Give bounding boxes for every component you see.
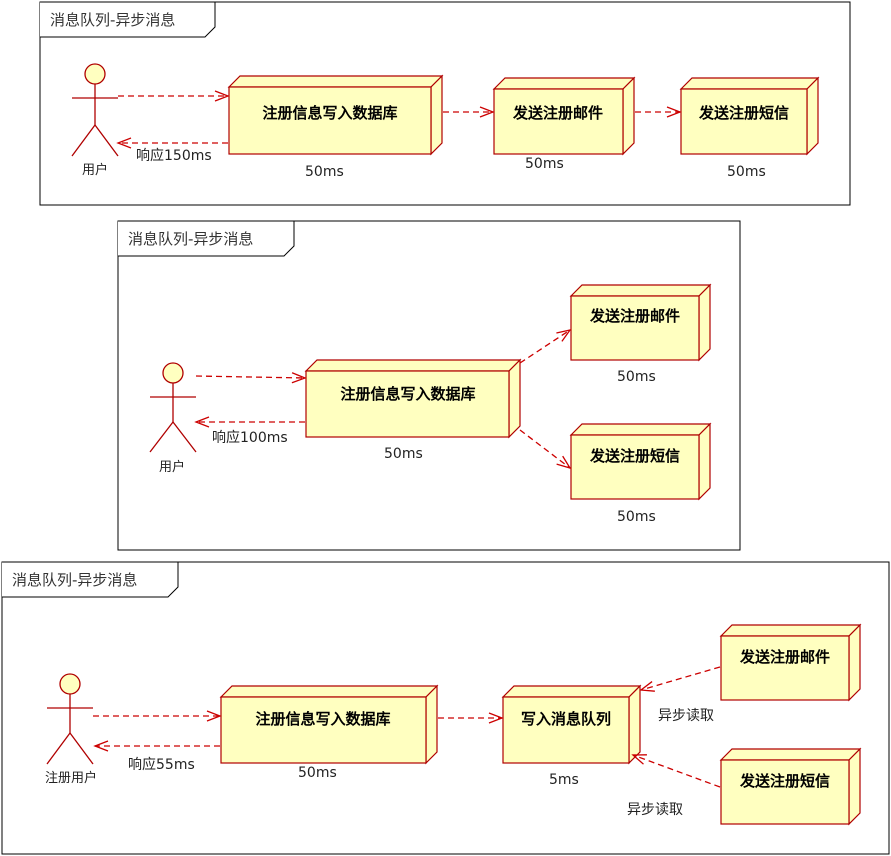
actor-1-label: 用户 bbox=[82, 162, 108, 178]
node-1-sms-label: 发送注册短信 bbox=[698, 104, 789, 122]
node-3-email[interactable]: 发送注册邮件 bbox=[719, 623, 862, 702]
node-2-email[interactable]: 发送注册邮件 bbox=[569, 283, 712, 362]
node-3-sms[interactable]: 发送注册短信 bbox=[719, 747, 862, 826]
node-2-sms[interactable]: 发送注册短信 bbox=[569, 422, 712, 501]
time-2-sms: 50ms bbox=[617, 509, 656, 525]
node-3-sms-label: 发送注册短信 bbox=[739, 772, 830, 790]
arrow-2-db-to-email bbox=[519, 329, 572, 364]
node-1-sms[interactable]: 发送注册短信 bbox=[679, 76, 820, 156]
frame-1-title: 消息队列-异步消息 bbox=[50, 11, 175, 29]
diagram-canvas: 消息队列-异步消息 用户 注册信息写入数据库 发送注册邮件 发送注册短信 响应1… bbox=[1, 1, 890, 855]
node-1-db-label: 注册信息写入数据库 bbox=[262, 104, 397, 122]
actor-3[interactable] bbox=[46, 673, 94, 765]
node-3-mq-label: 写入消息队列 bbox=[521, 710, 611, 728]
arrow-3-email-reads-mq bbox=[639, 666, 721, 692]
frame-3-title: 消息队列-异步消息 bbox=[12, 571, 137, 589]
frame-2-title: 消息队列-异步消息 bbox=[128, 230, 253, 248]
time-3-db: 50ms bbox=[298, 765, 337, 781]
response-1-label: 响应150ms bbox=[136, 147, 212, 164]
actor-1[interactable] bbox=[71, 63, 119, 157]
time-1-sms: 50ms bbox=[727, 164, 766, 180]
actor-head-icon bbox=[84, 63, 106, 85]
node-2-db[interactable]: 注册信息写入数据库 bbox=[304, 358, 522, 439]
response-3-label: 响应55ms bbox=[128, 756, 195, 773]
actor-2[interactable] bbox=[149, 362, 197, 453]
node-2-db-label: 注册信息写入数据库 bbox=[340, 385, 475, 403]
arrow-2-db-to-sms bbox=[519, 429, 572, 470]
node-2-email-label: 发送注册邮件 bbox=[589, 307, 680, 325]
response-2-label: 响应100ms bbox=[212, 429, 288, 446]
actor-3-label: 注册用户 bbox=[45, 770, 97, 786]
node-1-email-label: 发送注册邮件 bbox=[512, 104, 603, 122]
node-3-db[interactable]: 注册信息写入数据库 bbox=[219, 684, 439, 765]
async-read-label-1: 异步读取 bbox=[658, 707, 714, 724]
diagram-2: 消息队列-异步消息 用户 注册信息写入数据库 发送注册邮件 发送注册短信 响应1… bbox=[117, 220, 741, 551]
node-3-email-label: 发送注册邮件 bbox=[739, 648, 830, 666]
time-3-mq: 5ms bbox=[549, 772, 579, 788]
arrow-3-sms-reads-mq bbox=[631, 754, 721, 788]
time-1-email: 50ms bbox=[525, 156, 564, 172]
node-1-email[interactable]: 发送注册邮件 bbox=[492, 76, 636, 156]
actor-head-icon bbox=[162, 362, 184, 384]
node-1-db[interactable]: 注册信息写入数据库 bbox=[227, 74, 444, 156]
diagram-3: 消息队列-异步消息 注册用户 注册信息写入数据库 写入消息队列 发送注册邮件 发… bbox=[1, 561, 890, 855]
async-read-label-2: 异步读取 bbox=[627, 801, 683, 818]
node-3-db-label: 注册信息写入数据库 bbox=[255, 710, 390, 728]
time-1-db: 50ms bbox=[305, 164, 344, 180]
time-2-db: 50ms bbox=[384, 446, 423, 462]
actor-head-icon bbox=[59, 673, 81, 695]
diagram-1: 消息队列-异步消息 用户 注册信息写入数据库 发送注册邮件 发送注册短信 响应1… bbox=[39, 1, 851, 206]
actor-2-label: 用户 bbox=[159, 459, 185, 475]
arrow-2-actor-to-db bbox=[195, 372, 307, 384]
time-2-email: 50ms bbox=[617, 369, 656, 385]
node-3-mq[interactable]: 写入消息队列 bbox=[501, 684, 642, 765]
node-2-sms-label: 发送注册短信 bbox=[589, 447, 680, 465]
